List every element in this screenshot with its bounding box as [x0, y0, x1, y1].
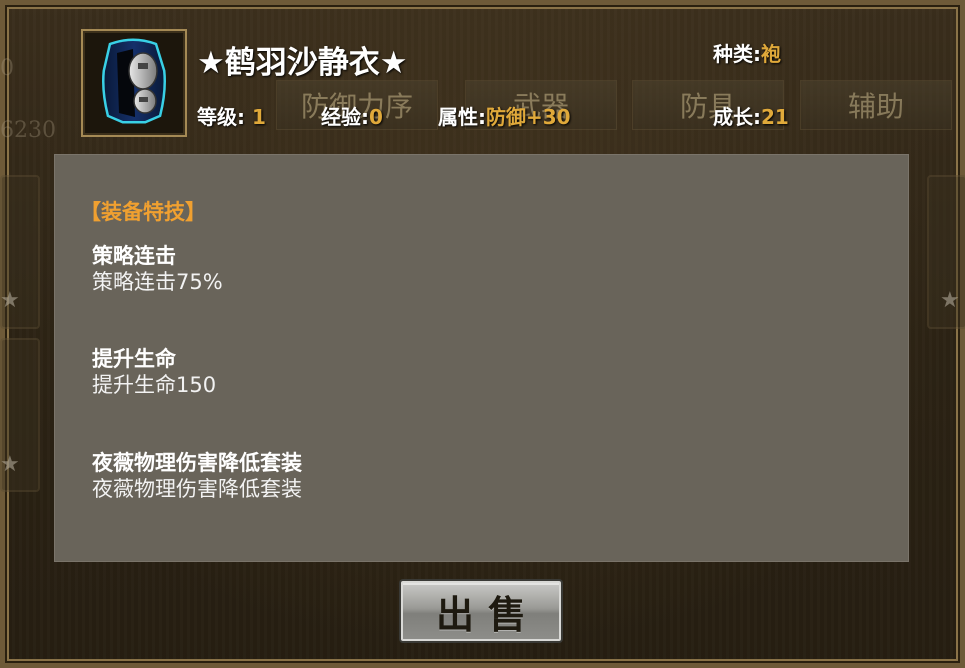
skill-description: 策略连击75% [92, 270, 223, 294]
background-star-icon: ★ [940, 288, 960, 313]
skills-header: 【装备特技】 [80, 200, 206, 224]
stat-label: 属性 [438, 105, 478, 129]
stat-label: 种类 [713, 42, 753, 66]
stat-type: 种类:袍 [713, 42, 781, 66]
background-number: 0 [0, 56, 14, 81]
item-name: ★鹤羽沙静衣★ [197, 45, 408, 81]
background-number: 6230 [0, 118, 56, 143]
stat-level: 等级: 1 [197, 105, 266, 129]
skill-description: 夜薇物理伤害降低套装 [92, 477, 302, 501]
stat-label: 经验 [321, 105, 361, 129]
background-star-icon: ★ [0, 288, 20, 313]
background-tab: 辅助 [800, 80, 952, 130]
stat-exp: 经验:0 [321, 105, 383, 129]
stat-value: 0 [369, 105, 383, 129]
sell-button[interactable]: 出售 [401, 581, 561, 641]
stat-value: 1 [251, 105, 266, 129]
item-icon-frame [81, 29, 187, 137]
armor-robe-icon [102, 38, 166, 124]
stat-growth: 成长:21 [713, 105, 789, 129]
sell-button-label: 出售 [435, 591, 540, 637]
skill-description: 提升生命150 [92, 373, 217, 397]
stat-value: 袍 [761, 42, 781, 66]
stat-attribute: 属性:防御+30 [438, 105, 571, 129]
stat-label: 成长 [713, 105, 753, 129]
stat-value: 21 [761, 105, 789, 129]
background-star-icon: ★ [0, 452, 20, 477]
stat-value: 防御+30 [486, 105, 571, 129]
stat-label: 等级 [197, 105, 237, 129]
